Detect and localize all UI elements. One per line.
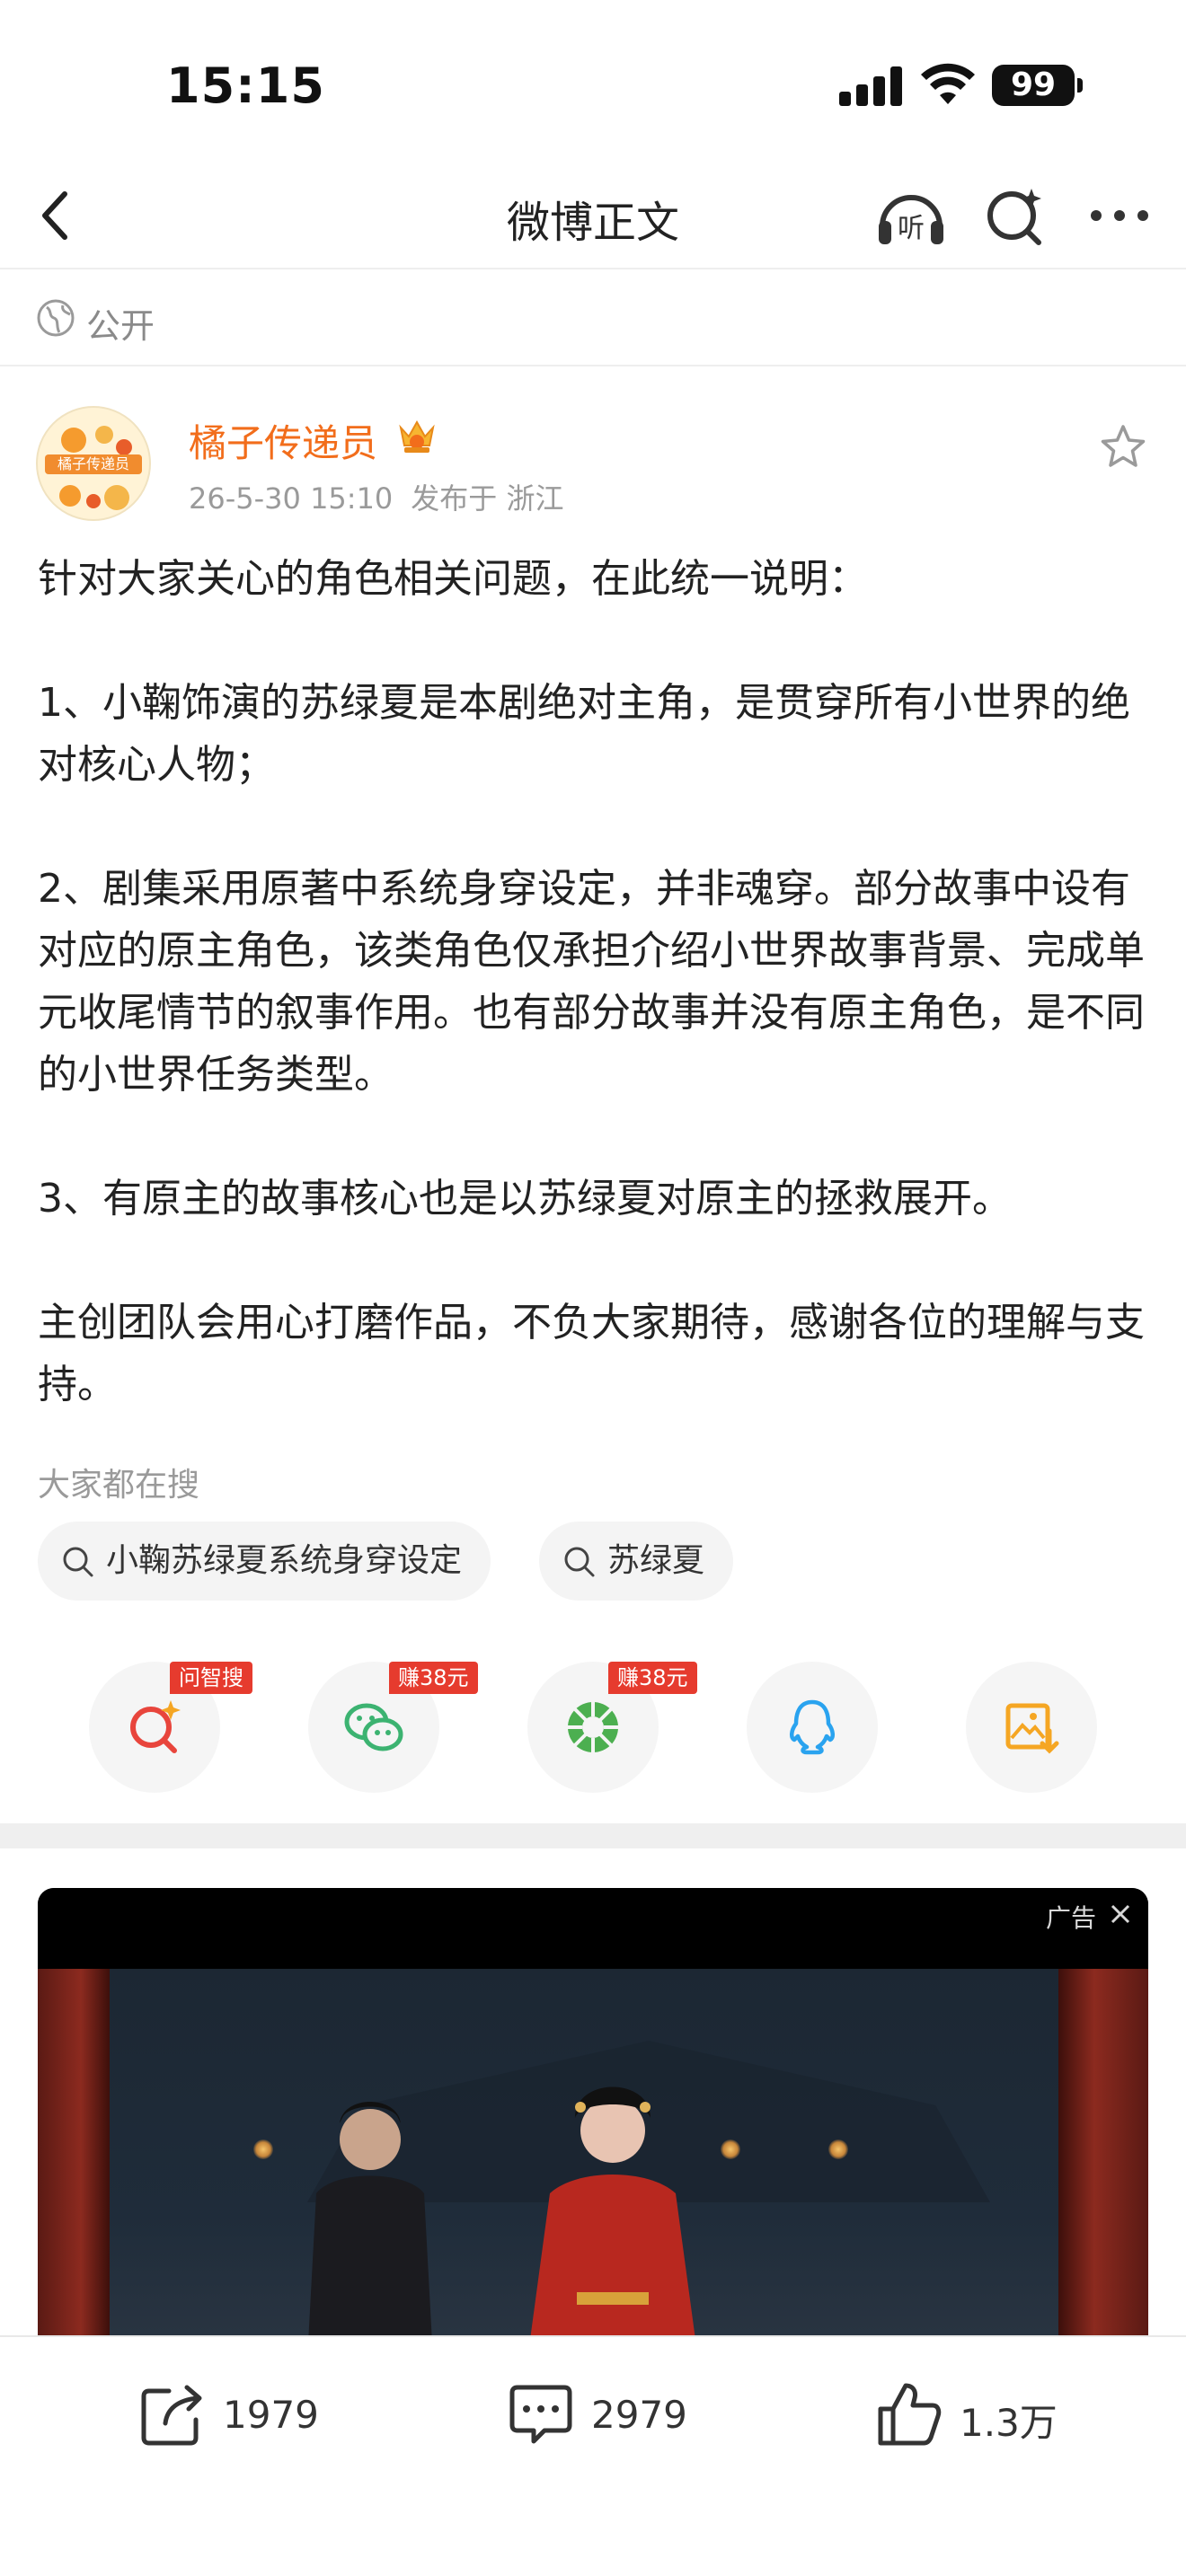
listen-label: 听 <box>898 213 925 244</box>
nav-bar: 微博正文 听 <box>0 162 1186 269</box>
post-body: 针对大家关心的角色相关问题，在此统一说明： 1、小鞠饰演的苏绿夏是本剧绝对主角，… <box>38 548 1152 1416</box>
avatar-label: 橘子传递员 <box>45 454 142 474</box>
share-zhisou-button[interactable]: 问智搜 <box>89 1662 252 1793</box>
search-chip-label: 苏绿夏 <box>607 1542 705 1579</box>
visibility-label: 公开 <box>86 306 155 346</box>
repost-button[interactable]: 1979 <box>137 2378 319 2450</box>
avatar[interactable]: 橘子传递员 <box>36 406 151 521</box>
share-row: 问智搜 赚38元 赚38元 <box>0 1662 1186 1793</box>
battery-icon: 99 <box>992 65 1083 106</box>
thumbs-up-icon <box>878 2383 942 2446</box>
save-image-button[interactable] <box>966 1662 1097 1793</box>
post-paragraph: 1、小鞠饰演的苏绿夏是本剧绝对主角，是贯穿所有小世界的绝对核心人物； <box>38 680 1130 788</box>
post-paragraph: 主创团队会用心打磨作品，不负大家期待，感谢各位的理解与支持。 <box>38 1300 1145 1407</box>
share-wechat-button[interactable]: 赚38元 <box>308 1662 478 1793</box>
wechat-icon <box>344 1703 403 1751</box>
post-location: 发布于 浙江 <box>411 481 564 516</box>
post-time: 26-5-30 15:10 <box>189 481 394 516</box>
comment-count: 2979 <box>591 2393 687 2437</box>
share-badge: 赚38元 <box>389 1662 478 1694</box>
search-chip-label: 小鞠苏绿夏系统身穿设定 <box>106 1542 463 1579</box>
ad-topbar: 广告 <box>38 1888 1148 1969</box>
headphones-icon: 听 <box>879 195 943 244</box>
post-paragraph: 2、剧集采用原著中系统身穿设定，并非魂穿。部分故事中设有对应的原主角色，该类角色… <box>38 866 1145 1098</box>
search-chip[interactable]: 小鞠苏绿夏系统身穿设定 <box>38 1522 491 1601</box>
ad-close-icon[interactable] <box>1109 1902 1132 1926</box>
comment-icon <box>509 2385 572 2444</box>
author-name[interactable]: 橘子传递员 <box>189 413 377 468</box>
share-moments-button[interactable]: 赚38元 <box>527 1662 697 1793</box>
repost-count: 1979 <box>223 2393 319 2437</box>
cellular-signal-icon <box>839 66 902 106</box>
search-button[interactable] <box>979 180 1051 251</box>
qq-icon <box>790 1699 835 1755</box>
search-icon <box>564 1547 595 1577</box>
save-image-icon <box>1005 1703 1059 1754</box>
zhisou-search-icon <box>130 1700 181 1753</box>
post-paragraph: 针对大家关心的角色相关问题，在此统一说明： <box>38 556 868 602</box>
lantern <box>828 2139 848 2159</box>
search-chip[interactable]: 苏绿夏 <box>539 1522 734 1601</box>
trending-searches-title: 大家都在搜 <box>38 1467 200 1504</box>
search-icon <box>63 1547 93 1577</box>
share-badge: 赚38元 <box>608 1662 697 1694</box>
share-qq-button[interactable] <box>747 1662 878 1793</box>
comment-button[interactable]: 2979 <box>505 2378 687 2450</box>
like-button[interactable]: 1.3万 <box>873 2378 1071 2450</box>
bottom-action-bar: 1979 2979 1.3万 <box>0 2335 1186 2576</box>
post-paragraph: 3、有原主的故事核心也是以苏绿夏对原主的拯救展开。 <box>38 1176 1012 1222</box>
wifi-icon <box>921 63 975 104</box>
like-count: 1.3万 <box>960 2401 1058 2445</box>
repost-icon <box>141 2385 202 2446</box>
globe-icon <box>37 299 75 337</box>
ad-label: 广告 <box>1045 1903 1096 1933</box>
share-badge: 问智搜 <box>170 1662 252 1694</box>
status-time: 15:15 <box>166 57 325 114</box>
section-divider <box>0 1823 1186 1848</box>
status-bar: 15:15 99 <box>0 0 1186 162</box>
more-options-button[interactable] <box>1084 180 1155 251</box>
visibility-row: 公开 <box>0 271 1186 366</box>
post-meta: 26-5-30 15:10 发布于 浙江 <box>189 476 563 517</box>
favorite-star-button[interactable] <box>1098 422 1148 472</box>
crown-badge-icon <box>399 419 435 453</box>
listen-button[interactable]: 听 <box>873 180 949 251</box>
moments-icon <box>568 1702 618 1752</box>
